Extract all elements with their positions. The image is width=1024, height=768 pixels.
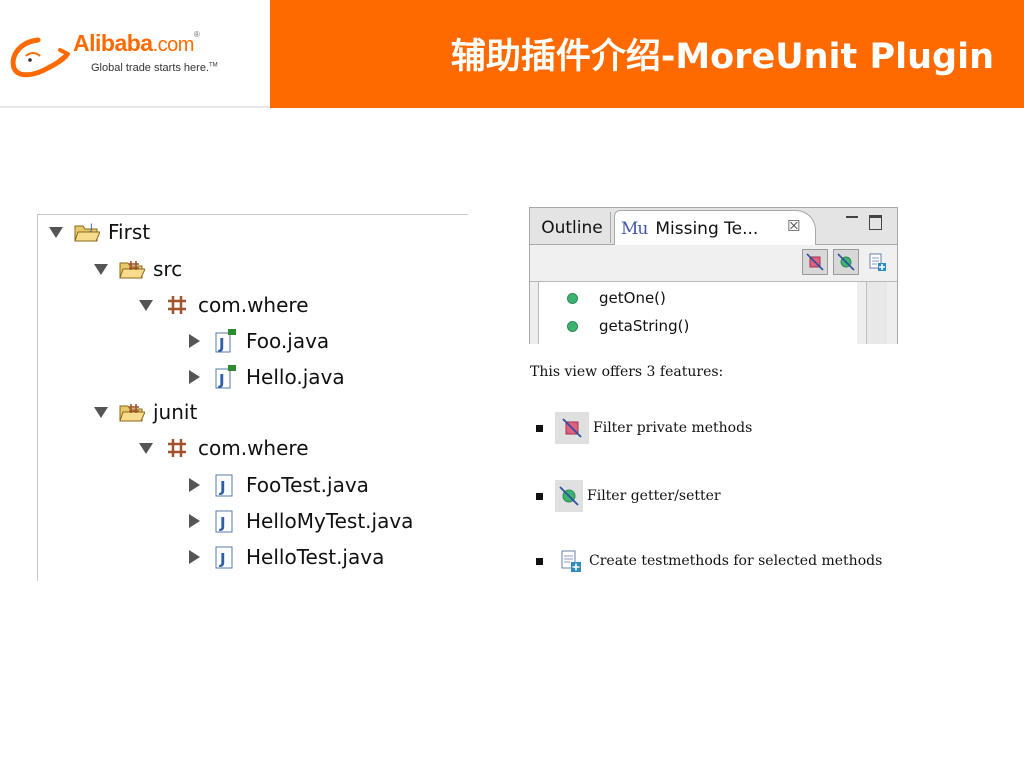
feature-label: Filter private methods	[593, 420, 753, 436]
collapse-arrow-icon[interactable]	[186, 369, 202, 385]
tab-label: Missing Te...	[655, 218, 759, 239]
tree-item-java-file[interactable]: J Foo.java	[186, 326, 329, 356]
tab-missing-tests[interactable]: Mu Missing Te...	[614, 210, 816, 246]
source-folder-icon	[119, 399, 145, 425]
svg-text:J: J	[219, 478, 226, 496]
alibaba-smile-icon	[10, 37, 70, 78]
feature-create-testmethods: Create testmethods for selected methods	[536, 545, 882, 577]
tree-item-java-file[interactable]: J HelloMyTest.java	[186, 506, 413, 536]
bullet	[536, 557, 543, 565]
collapse-arrow-icon[interactable]	[186, 333, 202, 349]
tree-item-junit-folder[interactable]: junit	[93, 397, 197, 427]
list-item[interactable]: getOne()	[567, 286, 666, 310]
method-name: getaString()	[599, 317, 690, 335]
tree-item-label: FooTest.java	[246, 473, 369, 497]
tree-item-label: HelloMyTest.java	[246, 509, 414, 533]
public-method-icon	[567, 292, 578, 304]
feature-label: Filter getter/setter	[587, 488, 721, 504]
tree-item-package[interactable]: com.where	[138, 290, 309, 320]
expand-arrow-icon[interactable]	[138, 440, 154, 456]
public-method-icon	[567, 320, 578, 332]
bullet	[536, 492, 543, 500]
java-file-icon: J	[212, 508, 238, 534]
logo-wordmark: Alibaba.com®	[73, 30, 200, 56]
tree-item-label: Foo.java	[246, 329, 330, 353]
close-icon[interactable]: ☒	[787, 217, 800, 235]
java-file-icon: J	[212, 472, 238, 498]
tab-outline[interactable]: Outline	[534, 212, 611, 243]
tree-item-project[interactable]: J First	[48, 217, 150, 247]
create-testmethods-icon	[869, 253, 886, 271]
features-intro: This view offers 3 features:	[530, 364, 724, 380]
expand-arrow-icon[interactable]	[138, 297, 154, 313]
java-file-flagged-icon: J	[212, 328, 238, 354]
collapse-arrow-icon[interactable]	[186, 513, 202, 529]
source-folder-icon	[119, 256, 145, 282]
java-file-icon: J	[212, 544, 238, 570]
create-testmethods-icon	[555, 545, 585, 577]
expand-arrow-icon[interactable]	[93, 404, 109, 420]
title-banner: 辅助插件介绍-MoreUnit Plugin	[270, 0, 1024, 108]
maximize-icon[interactable]	[869, 215, 882, 230]
tree-item-src-folder[interactable]: src	[93, 254, 182, 284]
list-item[interactable]: getaString()	[567, 314, 689, 338]
svg-text:J: J	[218, 371, 225, 389]
package-icon	[164, 292, 190, 318]
svg-text:J: J	[89, 223, 93, 233]
logo-divider	[0, 106, 270, 108]
tree-item-label: First	[108, 220, 151, 244]
project-folder-icon: J	[74, 219, 100, 245]
logo-area: Alibaba.com® Global trade starts here.TM	[0, 0, 270, 107]
view-toolbar	[530, 245, 897, 282]
filter-getter-setter-icon	[555, 480, 583, 512]
method-name: getOne()	[599, 289, 666, 307]
filter-private-icon	[555, 412, 589, 444]
moreunit-icon: Mu	[621, 218, 648, 239]
expand-arrow-icon[interactable]	[48, 224, 64, 240]
tree-item-label: com.where	[198, 436, 309, 460]
missing-methods-list: getOne() getaString()	[538, 282, 857, 344]
create-testmethods-button[interactable]	[864, 249, 890, 275]
svg-text:J: J	[219, 514, 226, 532]
tree-item-java-file[interactable]: J HelloTest.java	[186, 542, 384, 572]
filter-getter-setter-button[interactable]	[833, 249, 859, 275]
logo-tagline: Global trade starts here.TM	[91, 62, 218, 74]
vertical-scrollbar[interactable]	[866, 282, 887, 344]
page-title: 辅助插件介绍-MoreUnit Plugin	[450, 37, 994, 77]
feature-filter-getter-setter: Filter getter/setter	[536, 480, 721, 512]
missing-tests-view: Outline Mu Missing Te... ☒ getOne() geta…	[529, 207, 898, 344]
package-icon	[164, 435, 190, 461]
bullet	[536, 424, 543, 432]
project-explorer-tree: J First src com.where J Foo.java J Hello…	[37, 214, 468, 581]
feature-label: Create testmethods for selected methods	[589, 553, 883, 569]
tree-item-java-file[interactable]: J Hello.java	[186, 362, 345, 392]
svg-text:J: J	[219, 550, 226, 568]
filter-private-button[interactable]	[802, 249, 828, 275]
svg-text:J: J	[218, 335, 225, 353]
feature-filter-private: Filter private methods	[536, 412, 752, 444]
minimize-icon[interactable]	[846, 216, 858, 226]
tree-item-label: HelloTest.java	[246, 545, 385, 569]
view-tab-bar: Outline Mu Missing Te... ☒	[530, 208, 897, 246]
collapse-arrow-icon[interactable]	[186, 549, 202, 565]
tree-item-label: com.where	[198, 293, 309, 317]
tree-item-package[interactable]: com.where	[138, 433, 309, 463]
tree-item-label: Hello.java	[246, 365, 345, 389]
collapse-arrow-icon[interactable]	[186, 477, 202, 493]
filter-private-icon	[806, 253, 824, 271]
filter-getter-setter-icon	[837, 253, 855, 271]
tree-item-label: junit	[153, 400, 198, 424]
tree-item-java-file[interactable]: J FooTest.java	[186, 470, 369, 500]
tree-item-label: src	[153, 257, 183, 281]
java-file-flagged-icon: J	[212, 364, 238, 390]
expand-arrow-icon[interactable]	[93, 261, 109, 277]
